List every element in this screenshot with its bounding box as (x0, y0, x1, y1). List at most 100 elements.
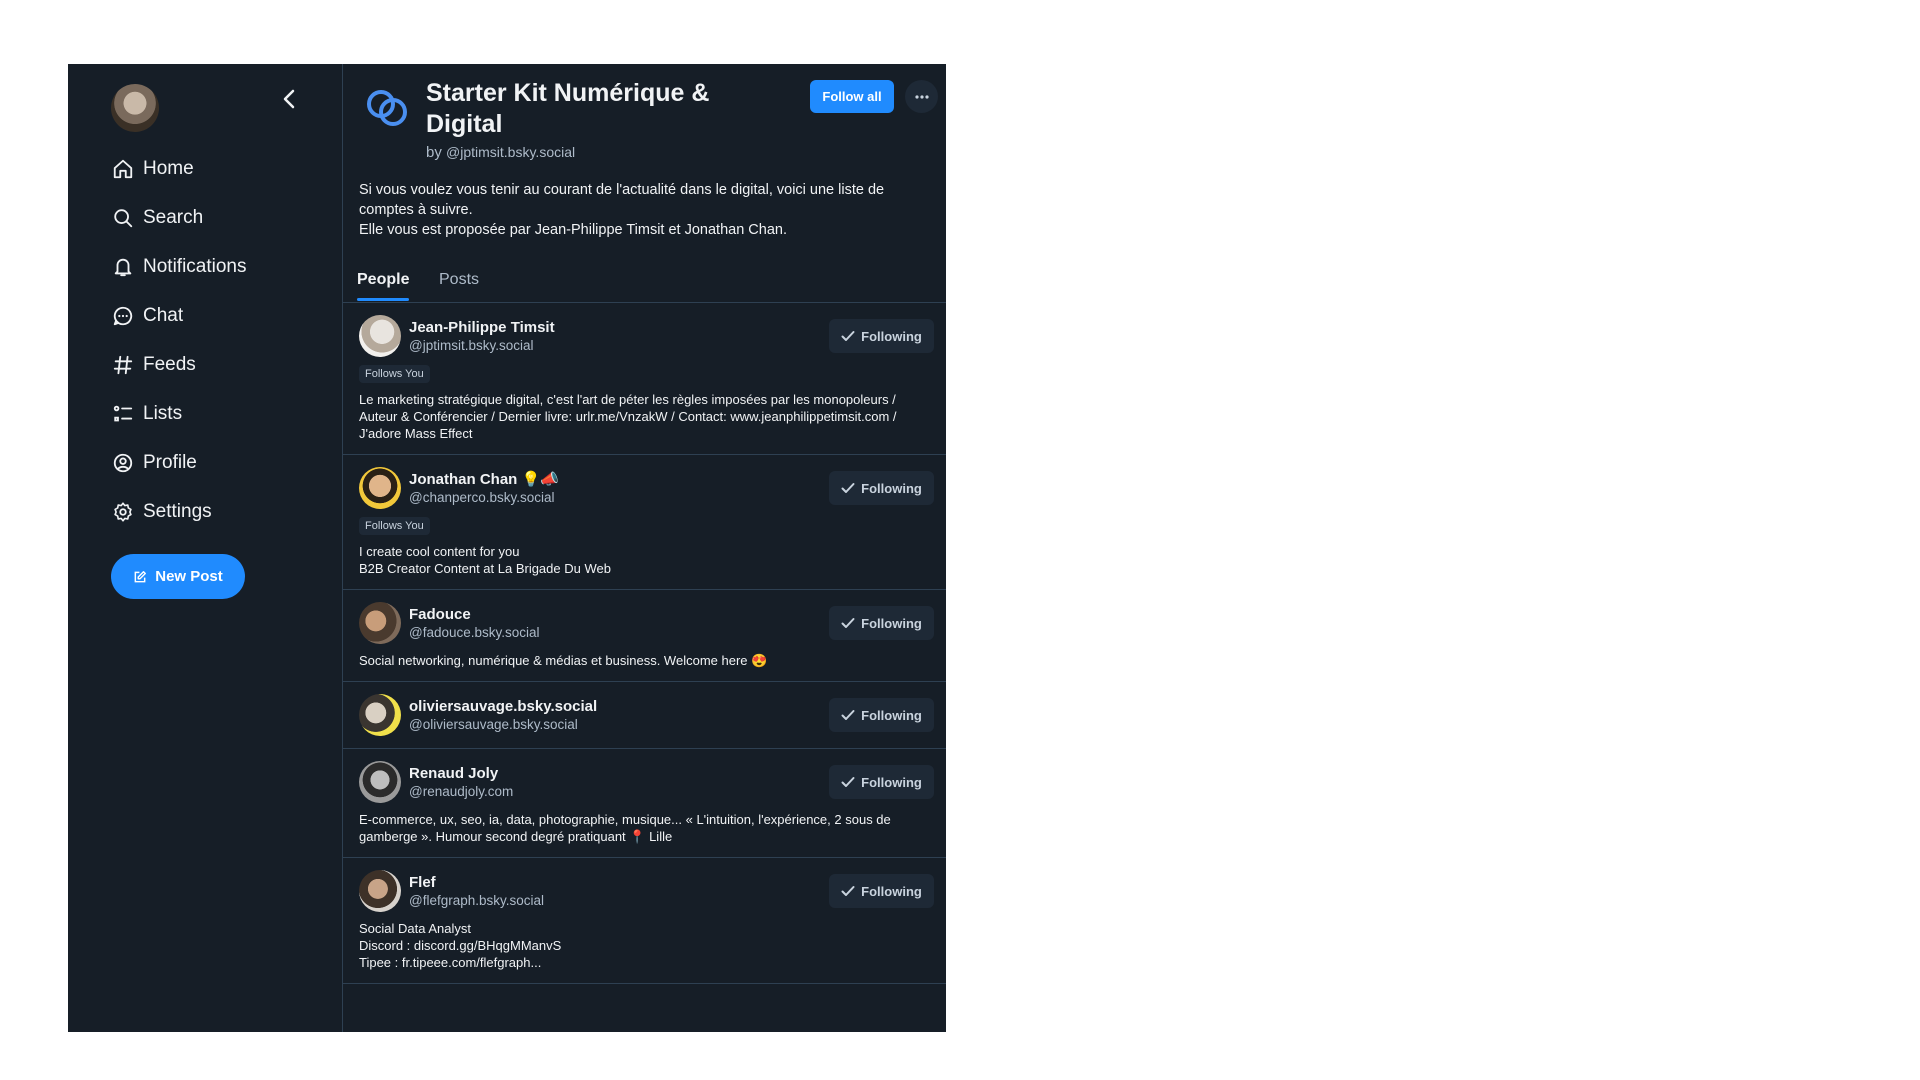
person-name[interactable]: Flef (409, 873, 829, 892)
person-handle: @fadouce.bsky.social (409, 624, 540, 640)
person-handle: @oliviersauvage.bsky.social (409, 716, 578, 732)
collapse-sidebar-button[interactable] (276, 86, 302, 112)
avatar[interactable] (111, 84, 159, 132)
person-name[interactable]: Jonathan Chan 💡📣 (409, 470, 829, 489)
ellipsis-icon (914, 94, 929, 99)
person-handle: @flefgraph.bsky.social (409, 892, 545, 908)
person-name[interactable]: Renaud Joly (409, 764, 829, 783)
sidebar-item-label: Lists (143, 402, 183, 424)
avatar[interactable] (359, 761, 401, 803)
sidebar-item-label: Profile (143, 451, 197, 473)
following-button[interactable]: Following (829, 319, 934, 353)
search-icon (111, 206, 135, 230)
bio-line: Tipee : fr.tipeee.com/flefgraph... (359, 955, 542, 970)
following-label: Following (861, 480, 922, 496)
new-post-label: New Post (155, 568, 223, 585)
check-icon (841, 618, 855, 628)
person-handle: @renaudjoly.com (409, 783, 514, 799)
new-post-button[interactable]: New Post (111, 554, 245, 599)
person-bio: I create cool content for you B2B Creato… (359, 543, 934, 577)
starter-pack-icon (367, 90, 407, 126)
list-item[interactable]: Jonathan Chan 💡📣 @chanperco.bsky.social … (343, 455, 946, 590)
following-button[interactable]: Following (829, 874, 934, 908)
chevron-left-icon (283, 89, 295, 109)
following-label: Following (861, 615, 922, 631)
check-icon (841, 483, 855, 493)
following-label: Following (861, 328, 922, 344)
following-label: Following (861, 883, 922, 899)
home-icon (111, 157, 135, 181)
profile-icon (111, 451, 135, 475)
avatar[interactable] (359, 467, 401, 509)
sidebar-item-notifications[interactable]: Notifications (111, 242, 247, 291)
sidebar-item-lists[interactable]: Lists (111, 389, 247, 438)
check-icon (841, 331, 855, 341)
sidebar-item-label: Chat (143, 304, 184, 326)
bio-line: Social Data Analyst (359, 921, 472, 936)
people-list: Jean-Philippe Timsit @jptimsit.bsky.soci… (343, 303, 946, 984)
following-button[interactable]: Following (829, 765, 934, 799)
sidebar-item-label: Home (143, 157, 194, 179)
person-handle: @jptimsit.bsky.social (409, 337, 534, 353)
avatar[interactable] (359, 602, 401, 644)
person-name[interactable]: oliviersauvage.bsky.social (409, 697, 829, 716)
chat-icon (111, 304, 135, 328)
bio-line: B2B Creator Content at La Brigade Du Web (359, 561, 611, 576)
sidebar-item-settings[interactable]: Settings (111, 487, 247, 536)
avatar[interactable] (359, 870, 401, 912)
person-bio: Le marketing stratégique digital, c'est … (359, 392, 897, 441)
byline: by @jptimsit.bsky.social (426, 144, 575, 161)
follows-you-badge: Follows You (359, 365, 430, 383)
active-tab-indicator (357, 298, 409, 301)
list-item[interactable]: Fadouce @fadouce.bsky.social Following S… (343, 590, 946, 682)
check-icon (841, 886, 855, 896)
person-bio: E-commerce, ux, seo, ia, data, photograp… (359, 812, 891, 844)
by-prefix: by (426, 144, 442, 161)
bell-icon (111, 255, 135, 279)
person-name[interactable]: Jean-Philippe Timsit (409, 318, 829, 337)
tab-posts[interactable]: Posts (439, 258, 479, 302)
bio-line: I create cool content for you (359, 544, 520, 559)
sidebar-item-label: Search (143, 206, 204, 228)
sidebar-item-label: Notifications (143, 255, 247, 277)
app-window: Home Search Notifications Chat Feeds Lis… (68, 64, 946, 1032)
following-button[interactable]: Following (829, 698, 934, 732)
avatar[interactable] (359, 694, 401, 736)
sidebar-item-label: Feeds (143, 353, 196, 375)
following-button[interactable]: Following (829, 471, 934, 505)
avatar[interactable] (359, 315, 401, 357)
list-item[interactable]: Flef @flefgraph.bsky.social Following So… (343, 858, 946, 984)
page-title: Starter Kit Numérique & Digital (426, 79, 710, 138)
tab-people[interactable]: People (357, 258, 409, 302)
more-options-button[interactable] (905, 80, 938, 113)
sidebar-item-chat[interactable]: Chat (111, 291, 247, 340)
gear-icon (111, 500, 135, 524)
sidebar-item-search[interactable]: Search (111, 193, 247, 242)
sidebar-item-profile[interactable]: Profile (111, 438, 247, 487)
list-icon (111, 402, 135, 426)
sidebar-item-feeds[interactable]: Feeds (111, 340, 247, 389)
follow-all-button[interactable]: Follow all (810, 80, 894, 113)
person-name[interactable]: Fadouce (409, 605, 829, 624)
person-bio: Social networking, numérique & médias et… (359, 653, 768, 668)
list-item[interactable]: Renaud Joly @renaudjoly.com Following E-… (343, 749, 946, 858)
bio-line: Discord : discord.gg/BHqgMManvS (359, 938, 562, 953)
following-button[interactable]: Following (829, 606, 934, 640)
follows-you-badge: Follows You (359, 517, 430, 535)
following-label: Following (861, 774, 922, 790)
creator-handle-link[interactable]: @jptimsit.bsky.social (446, 144, 575, 160)
list-item[interactable]: Jean-Philippe Timsit @jptimsit.bsky.soci… (343, 303, 946, 455)
sidebar-item-home[interactable]: Home (111, 144, 247, 193)
list-description: Si vous voulez vous tenir au courant de … (359, 180, 939, 240)
description-line: Elle vous est proposée par Jean-Philippe… (359, 222, 787, 238)
sidebar-item-label: Settings (143, 500, 212, 522)
hash-icon (111, 353, 135, 377)
sidebar-nav: Home Search Notifications Chat Feeds Lis… (111, 144, 247, 536)
person-bio: Social Data Analyst Discord : discord.gg… (359, 920, 934, 971)
description-line: Si vous voulez vous tenir au courant de … (359, 182, 885, 218)
check-icon (841, 777, 855, 787)
list-item[interactable]: oliviersauvage.bsky.social @oliviersauva… (343, 682, 946, 749)
compose-icon (134, 570, 147, 582)
sidebar: Home Search Notifications Chat Feeds Lis… (68, 64, 343, 1032)
person-handle: @chanperco.bsky.social (409, 489, 555, 505)
